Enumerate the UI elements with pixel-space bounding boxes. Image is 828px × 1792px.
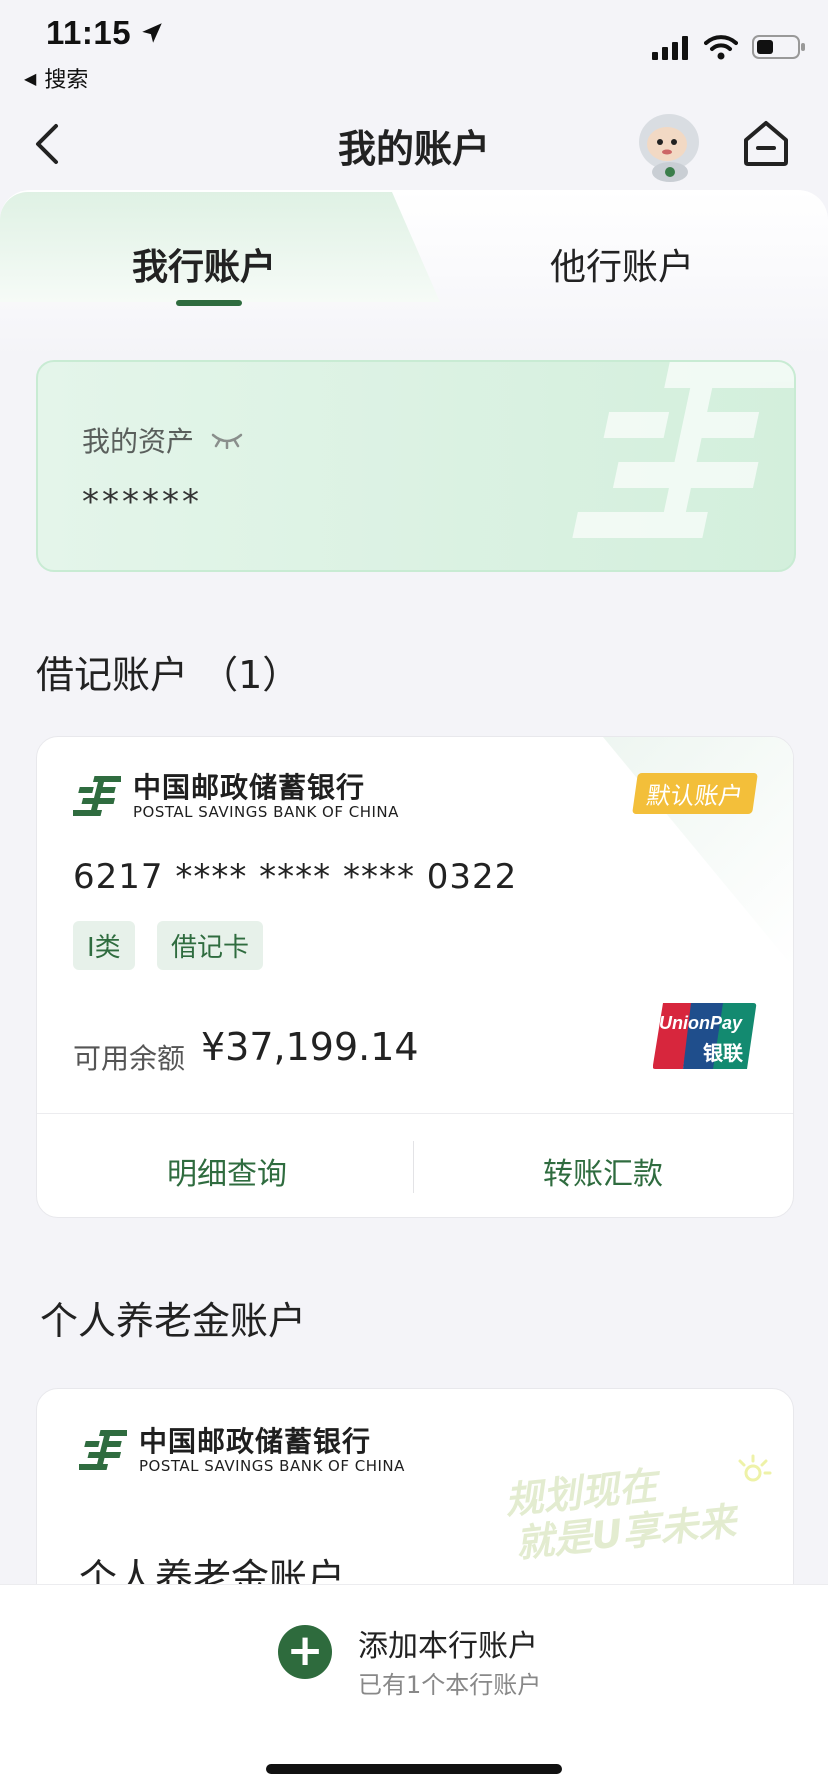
unionpay-text-cn: 银联 <box>703 1041 743 1065</box>
pension-bank-logo: 中国邮政储蓄银行 POSTAL SAVINGS BANK OF CHINA <box>79 1427 405 1475</box>
bottom-action-bar[interactable]: + 添加本行账户 已有1个本行账户 <box>0 1584 828 1725</box>
action-separator <box>413 1141 414 1193</box>
status-time: 11:15 <box>46 14 165 52</box>
postal-emblem-watermark <box>564 362 794 570</box>
home-button[interactable] <box>742 118 792 172</box>
pension-slogan: 规划现在 就是U享未来 <box>503 1455 738 1566</box>
balance-value: ¥37,199.14 <box>201 1025 419 1069</box>
bank-name-block: 中国邮政储蓄银行 POSTAL SAVINGS BANK OF CHINA <box>133 771 399 822</box>
tab-other-bank-accounts[interactable]: 他行账户 <box>550 238 694 290</box>
transfer-button[interactable]: 转账汇款 <box>543 1149 663 1193</box>
back-triangle-icon: ◀ <box>24 68 37 88</box>
transaction-details-button[interactable]: 明细查询 <box>167 1149 287 1193</box>
battery-icon <box>752 35 805 59</box>
mascot-avatar[interactable] <box>630 106 708 184</box>
location-arrow-icon <box>142 23 162 43</box>
tab-our-bank-accounts[interactable]: 我行账户 <box>132 238 276 290</box>
status-time-text: 11:15 <box>46 14 132 51</box>
signal-icon <box>652 36 688 60</box>
bottom-safe-area <box>0 1724 828 1792</box>
back-app-label: 搜索 <box>44 68 89 93</box>
pension-section-title: 个人养老金账户 <box>40 1299 307 1343</box>
debit-card[interactable]: 中国邮政储蓄银行 POSTAL SAVINGS BANK OF CHINA 默认… <box>36 736 794 1218</box>
default-account-badge: 默认账户 <box>632 773 758 814</box>
astronaut-mascot-icon <box>639 114 699 182</box>
assets-label-text: 我的资产 <box>82 425 195 458</box>
pension-bank-name-en: POSTAL SAVINGS BANK OF CHINA <box>139 1457 405 1475</box>
assets-card[interactable]: 我的资产 ****** <box>36 360 796 572</box>
pension-bank-name-cn: 中国邮政储蓄银行 <box>139 1425 372 1458</box>
back-to-app-link[interactable]: ◀ 搜索 <box>24 62 88 94</box>
card-corner-decoration <box>603 737 793 967</box>
unionpay-text-en: UnionPay <box>659 1013 743 1033</box>
postal-bank-emblem-icon <box>73 776 121 816</box>
postal-bank-emblem-icon <box>79 1430 127 1470</box>
pension-bank-name-block: 中国邮政储蓄银行 POSTAL SAVINGS BANK OF CHINA <box>139 1425 405 1476</box>
card-number: 6217 **** **** **** 0322 <box>73 857 518 897</box>
add-account-plus-icon[interactable]: + <box>278 1625 332 1679</box>
tag-account-class: I类 <box>73 921 135 970</box>
bank-name-cn: 中国邮政储蓄银行 <box>133 771 366 804</box>
eye-closed-icon[interactable] <box>210 431 244 449</box>
wifi-icon <box>704 35 738 60</box>
unionpay-logo: UnionPay 银联 <box>652 1003 757 1069</box>
debit-section-title: 借记账户 （1） <box>36 653 301 697</box>
card-divider <box>37 1113 793 1114</box>
balance-label: 可用余额 <box>73 1042 186 1075</box>
tag-card-type: 借记卡 <box>157 921 264 970</box>
assets-value-masked: ****** <box>82 482 202 522</box>
bank-logo: 中国邮政储蓄银行 POSTAL SAVINGS BANK OF CHINA <box>73 773 399 821</box>
assets-label: 我的资产 <box>82 420 244 460</box>
status-icons <box>652 34 806 60</box>
home-icon <box>744 121 788 166</box>
add-account-title[interactable]: 添加本行账户 <box>358 1621 538 1665</box>
bank-name-en: POSTAL SAVINGS BANK OF CHINA <box>133 803 399 821</box>
sun-icon <box>738 1454 772 1482</box>
home-indicator[interactable] <box>266 1764 562 1774</box>
active-tab-indicator <box>176 300 242 306</box>
add-account-subtitle: 已有1个本行账户 <box>358 1671 542 1699</box>
